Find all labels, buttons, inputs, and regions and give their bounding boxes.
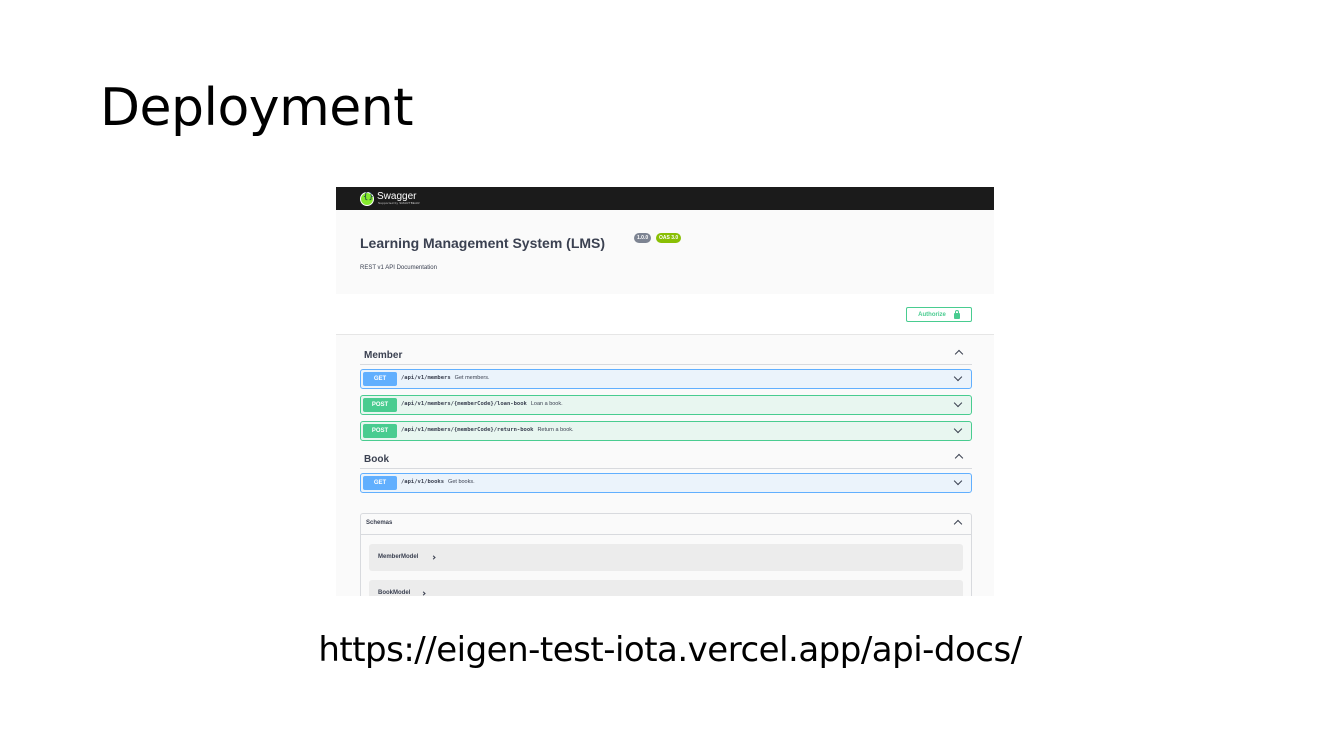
chevron-up-icon <box>954 453 964 463</box>
chevron-down-icon <box>953 398 963 408</box>
operation-summary: Return a book. <box>537 427 574 433</box>
swagger-logo-text: Swagger <box>377 190 417 202</box>
schema-model-book[interactable]: BookModel <box>369 580 963 596</box>
operation-post-return-book[interactable]: POST /api/v1/members/{memberCode}/return… <box>360 421 972 441</box>
slide-title: Deployment <box>100 78 414 138</box>
swagger-logo-icon <box>360 191 374 206</box>
swagger-screenshot: Swagger Supported by SMARTBEAR Learning … <box>336 187 994 596</box>
tag-name: Book <box>364 454 389 465</box>
operation-get-members[interactable]: GET /api/v1/members Get members. <box>360 369 972 389</box>
schema-model-member[interactable]: MemberModel <box>369 544 963 571</box>
api-title: Learning Management System (LMS) <box>360 235 606 251</box>
tag-header-member[interactable]: Member <box>360 345 972 365</box>
authorize-label: Authorize <box>918 311 946 318</box>
chevron-right-icon <box>431 555 436 560</box>
method-badge: POST <box>363 398 397 412</box>
deployment-url[interactable]: https://eigen-test-iota.vercel.app/api-d… <box>0 630 1330 670</box>
chevron-down-icon <box>953 372 963 382</box>
chevron-down-icon <box>953 424 963 434</box>
method-badge: POST <box>363 424 397 438</box>
chevron-right-icon <box>421 591 426 596</box>
operation-get-books[interactable]: GET /api/v1/books Get books. <box>360 473 972 493</box>
method-badge: GET <box>363 476 397 490</box>
api-description: REST v1 API Documentation <box>360 265 437 271</box>
tag-name: Member <box>364 350 403 361</box>
operation-summary: Loan a book. <box>530 401 563 407</box>
schemas-title: Schemas <box>366 520 393 526</box>
swagger-topbar: Swagger Supported by SMARTBEAR <box>336 187 994 210</box>
swagger-logo-subtitle: Supported by SMARTBEAR <box>378 201 420 205</box>
operation-path: /api/v1/books Get books. <box>401 479 475 485</box>
operation-path: /api/v1/members Get members. <box>401 375 490 381</box>
operation-path: /api/v1/members/{memberCode}/return-book… <box>401 427 574 433</box>
model-name: BookModel <box>378 590 411 596</box>
schemas-section: Schemas MemberModel BookModel <box>360 513 972 596</box>
authorize-button[interactable]: Authorize <box>906 307 972 322</box>
lock-icon <box>953 309 960 319</box>
schemas-header[interactable]: Schemas <box>361 514 971 535</box>
oas-badge: OAS 3.0 <box>656 233 682 243</box>
api-info: Learning Management System (LMS) 1.0.0 O… <box>336 210 994 294</box>
model-name: MemberModel <box>378 554 419 560</box>
tag-header-book[interactable]: Book <box>360 449 972 469</box>
operation-post-loan-book[interactable]: POST /api/v1/members/{memberCode}/loan-b… <box>360 395 972 415</box>
operation-summary: Get books. <box>448 479 475 485</box>
operation-path: /api/v1/members/{memberCode}/loan-book Lo… <box>401 401 563 407</box>
schemes-bar: Authorize <box>336 294 994 335</box>
chevron-down-icon <box>953 476 963 486</box>
operation-summary: Get members. <box>454 375 490 381</box>
method-badge: GET <box>363 372 397 386</box>
chevron-up-icon <box>953 519 963 529</box>
chevron-up-icon <box>954 349 964 359</box>
version-badge: 1.0.0 <box>634 233 652 243</box>
